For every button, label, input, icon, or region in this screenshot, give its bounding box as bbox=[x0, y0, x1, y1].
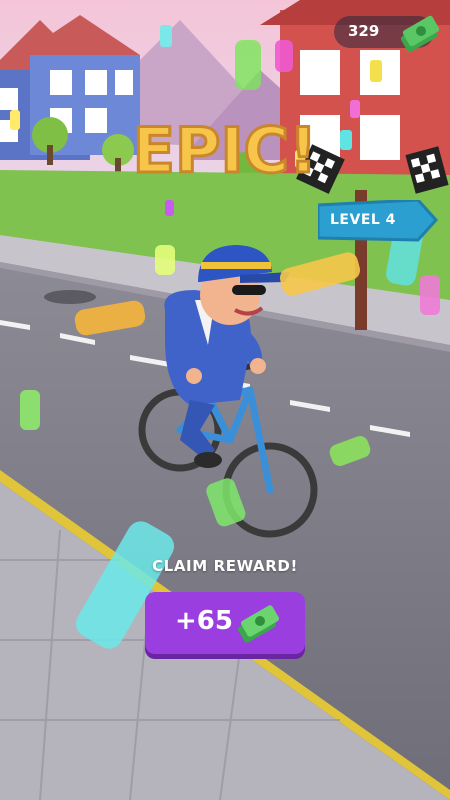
level-label: LEVEL 4 bbox=[330, 212, 396, 228]
cash-stack-icon bbox=[238, 605, 279, 643]
reward-amount: +65 bbox=[175, 606, 233, 636]
cash-stack-icon bbox=[400, 15, 440, 53]
claim-reward-button[interactable]: +65 bbox=[145, 592, 305, 654]
epic-banner: EPIC! bbox=[131, 113, 319, 189]
cash-counter: 329 bbox=[334, 15, 440, 53]
claim-reward-label: CLAIM REWARD! bbox=[152, 557, 298, 575]
epic-banner-text: EPIC! bbox=[133, 114, 318, 187]
cash-value: 329 bbox=[348, 22, 380, 40]
